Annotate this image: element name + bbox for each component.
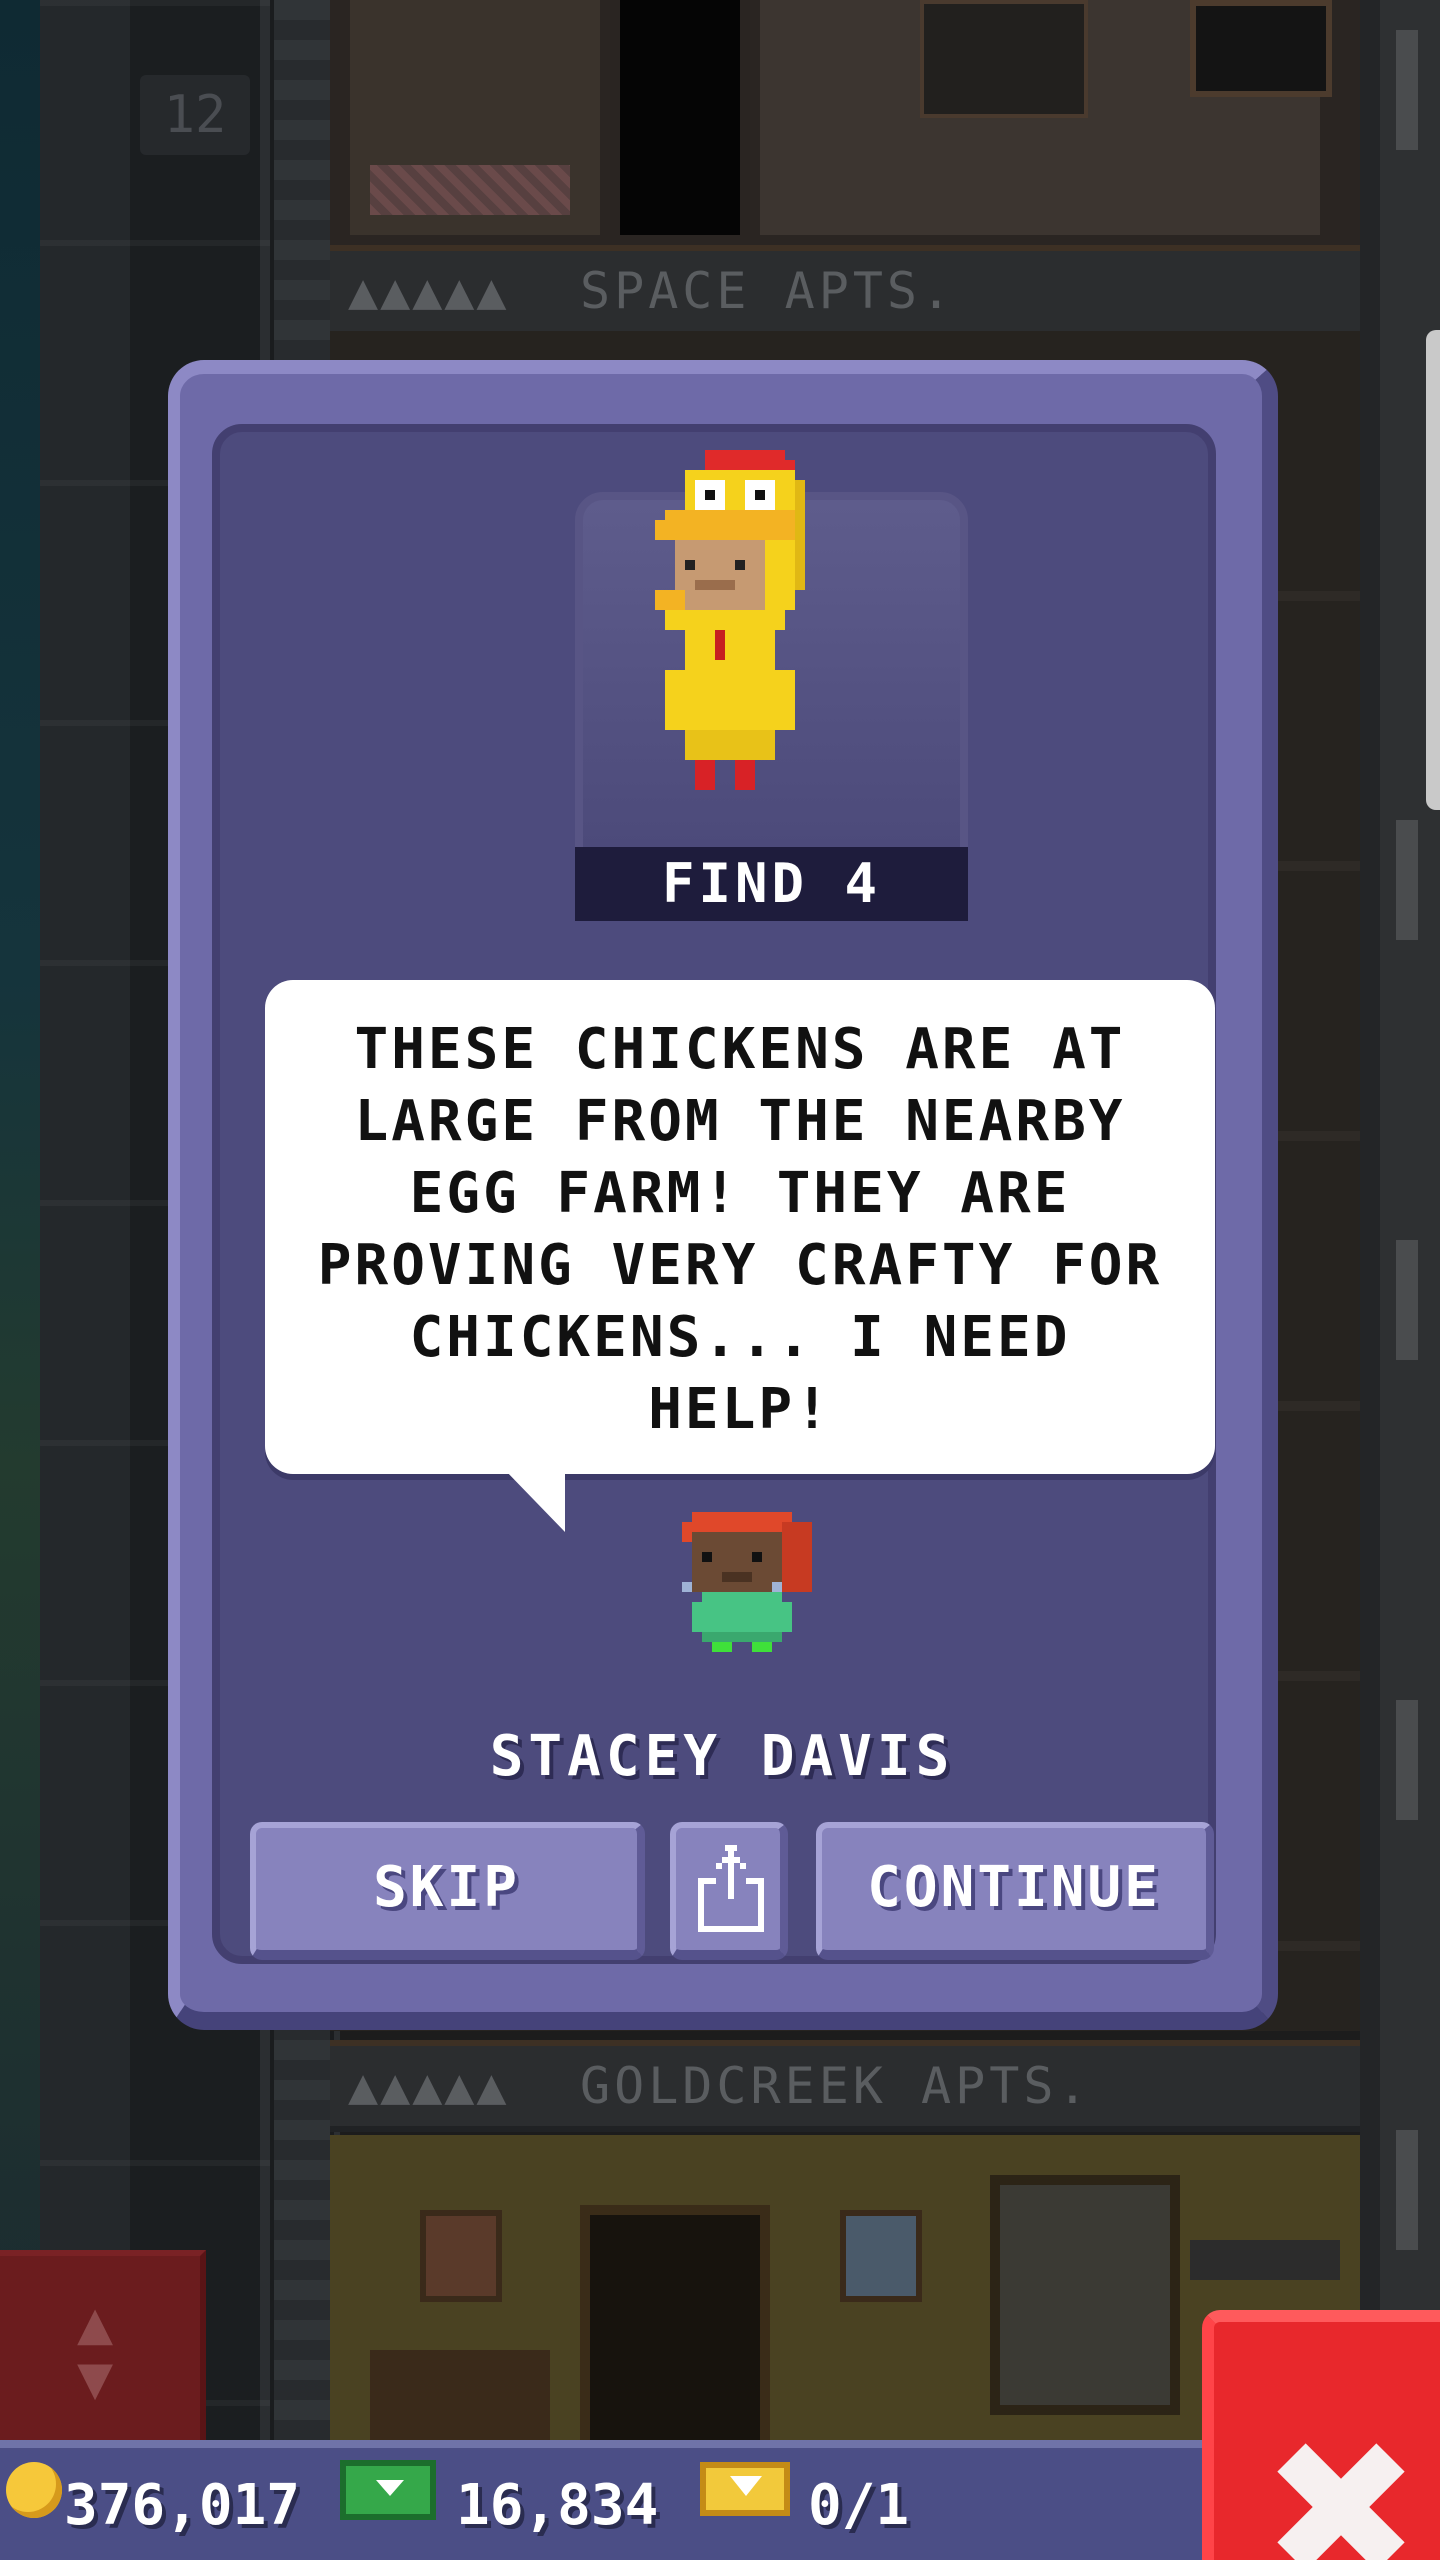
floor-sign-label: GOLDCREEK APTS. xyxy=(580,2057,1092,2115)
coin-count: 376,017 xyxy=(64,2473,301,2538)
close-button[interactable] xyxy=(1202,2310,1440,2560)
floor-number: 12 xyxy=(140,75,250,155)
coin-icon xyxy=(6,2462,62,2518)
skip-button[interactable]: SKIP xyxy=(250,1822,645,1960)
dialog-panel: FIND 4 THESE CHICKENS ARE AT LARGE FROM … xyxy=(212,424,1216,1964)
table xyxy=(370,165,570,215)
wall-light xyxy=(1396,1700,1418,1820)
dresser xyxy=(370,2350,550,2440)
elevator-control-button[interactable]: ▲ ▼ xyxy=(0,2250,206,2446)
up-down-arrows-icon: ▲ ▼ xyxy=(76,2288,114,2413)
speech-bubble: THESE CHICKENS ARE AT LARGE FROM THE NEA… xyxy=(265,980,1215,1532)
scrollbar-thumb[interactable] xyxy=(1426,330,1440,810)
floor-sign-space-apts: ▲▲▲▲▲ SPACE APTS. xyxy=(330,245,1360,337)
golden-ticket-icon xyxy=(700,2462,790,2516)
menu-board xyxy=(1190,0,1332,97)
chicken-costume-icon xyxy=(655,450,805,790)
wall-light xyxy=(1396,2130,1418,2250)
room-doorway xyxy=(620,0,740,235)
picture-frame xyxy=(420,2210,502,2302)
resident-dots: ▲▲▲▲▲ xyxy=(348,262,509,320)
share-button[interactable] xyxy=(670,1822,788,1960)
bookshelf xyxy=(1190,2240,1340,2280)
game-screen: 12 ▲▲▲▲▲ SPACE APTS. ▲▲▲▲▲ GOLDCREEK APT… xyxy=(0,0,1440,2560)
bux-icon xyxy=(340,2460,436,2520)
window xyxy=(990,2175,1180,2415)
speaker-name: STACEY DAVIS xyxy=(489,1724,955,1789)
share-icon xyxy=(698,1845,764,1932)
bux-count: 16,834 xyxy=(456,2473,659,2538)
apartment-door xyxy=(580,2205,770,2450)
resident-dots: ▲▲▲▲▲ xyxy=(348,2057,509,2115)
wall-light xyxy=(1396,30,1418,150)
speaker-avatar xyxy=(682,1512,812,1652)
wall-light xyxy=(1396,1240,1418,1360)
tower-left-edge xyxy=(0,0,40,2440)
speech-bubble-tail xyxy=(505,1470,565,1532)
close-icon xyxy=(1276,2442,1406,2560)
continue-button[interactable]: CONTINUE xyxy=(816,1822,1214,1960)
floor-space-apts[interactable] xyxy=(330,0,1360,245)
mission-dialog: FIND 4 THESE CHICKENS ARE AT LARGE FROM … xyxy=(168,360,1278,2030)
floor-sign-label: SPACE APTS. xyxy=(580,262,956,320)
mission-goal-label: FIND 4 xyxy=(575,847,968,921)
window xyxy=(920,0,1088,118)
mission-message: THESE CHICKENS ARE AT LARGE FROM THE NEA… xyxy=(317,1017,1163,1442)
wall-light xyxy=(1396,820,1418,940)
picture-frame xyxy=(840,2210,922,2302)
ticket-count: 0/1 xyxy=(808,2473,910,2538)
mission-portrait xyxy=(575,450,968,897)
floor-sign-goldcreek-apts: ▲▲▲▲▲ GOLDCREEK APTS. xyxy=(330,2040,1360,2132)
